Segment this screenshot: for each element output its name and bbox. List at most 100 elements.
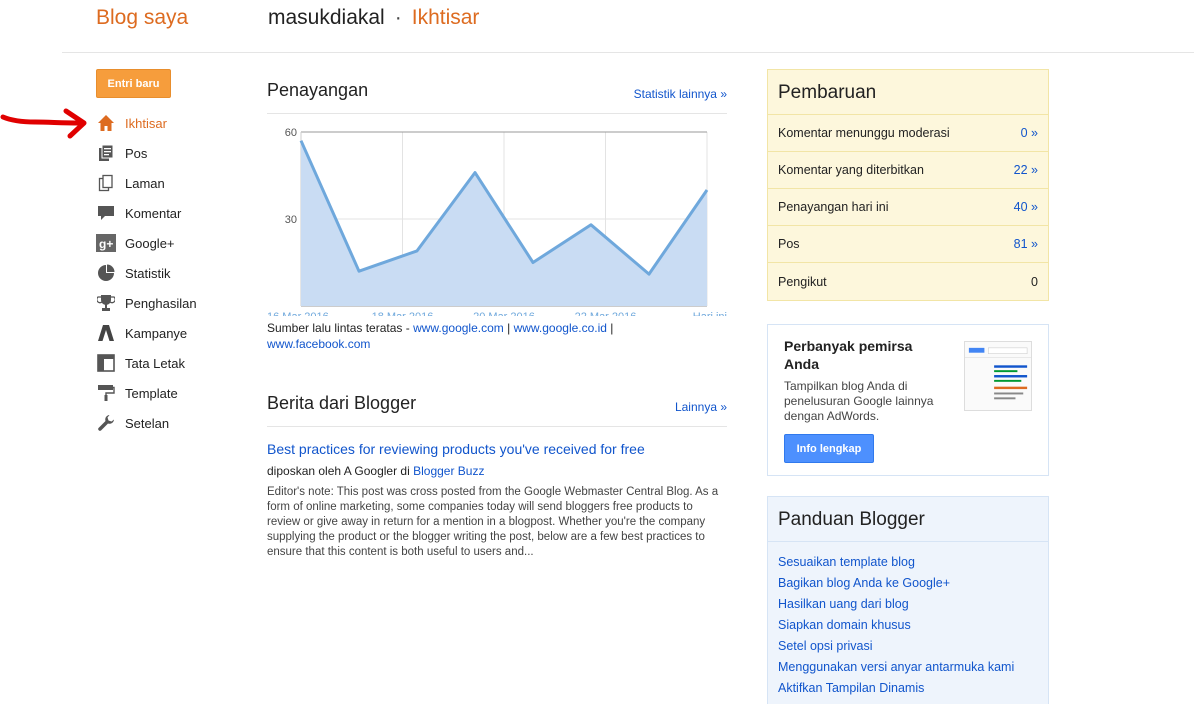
update-row: Komentar menunggu moderasi 0 » — [768, 115, 1048, 152]
update-value[interactable]: 40 » — [1014, 200, 1038, 214]
traffic-sources: Sumber lalu lintas teratas - www.google.… — [267, 320, 727, 352]
more-stats-link[interactable]: Statistik lainnya » — [634, 87, 727, 101]
blog-name[interactable]: masukdiakal — [268, 6, 385, 29]
svg-text:g+: g+ — [99, 237, 113, 251]
sidebar-item-label: Ikhtisar — [125, 115, 167, 131]
sidebar-item-ikhtisar[interactable]: Ikhtisar — [96, 108, 197, 138]
guide-link[interactable]: Siapkan domain khusus — [778, 615, 1038, 636]
pageviews-chart: 30 60 16 Mar 2016 18 Mar 2016 20 Mar 2016 22 … — [267, 127, 727, 323]
trophy-icon — [96, 293, 116, 313]
sidebar-item-label: Tata Letak — [125, 355, 185, 371]
more-news-link[interactable]: Lainnya » — [675, 400, 727, 414]
news-section: Berita dari Blogger Lainnya » Best pract… — [267, 393, 727, 560]
home-icon — [96, 113, 116, 133]
sidebar-item-statistik[interactable]: Statistik — [96, 258, 197, 288]
search-results-thumbnail-icon — [964, 341, 1032, 411]
guide-title: Panduan Blogger — [768, 497, 1048, 542]
promo-text: Tampilkan blog Anda di penelusuran Googl… — [784, 379, 934, 423]
update-row: Pos 81 » — [768, 226, 1048, 263]
breadcrumb: masukdiakal · Ikhtisar — [268, 6, 479, 30]
sidebar-item-penghasilan[interactable]: Penghasilan — [96, 288, 197, 318]
sidebar-item-label: Penghasilan — [125, 295, 197, 311]
guide-link[interactable]: Aktifkan Tampilan Dinamis — [778, 678, 1038, 699]
traffic-source-link[interactable]: www.google.com — [413, 321, 504, 335]
blogger-guide-panel: Panduan Blogger Sesuaikan template blog B… — [767, 496, 1049, 704]
adwords-icon — [96, 323, 116, 343]
sidebar-item-label: Laman — [125, 175, 165, 191]
guide-link[interactable]: Menggunakan versi anyar antarmuka kami — [778, 657, 1038, 678]
pageviews-section: Penayangan Statistik lainnya » 30 60 16 Ma… — [267, 80, 727, 352]
posts-icon — [96, 143, 116, 163]
wrench-icon — [96, 413, 116, 433]
sidebar-item-kampanye[interactable]: Kampanye — [96, 318, 197, 348]
sidebar-item-komentar[interactable]: Komentar — [96, 198, 197, 228]
chart-x-tick-label: 16 Mar 2016 — [267, 311, 329, 316]
blogger-buzz-link[interactable]: Blogger Buzz — [413, 464, 484, 478]
sidebar-item-label: Pos — [125, 145, 148, 161]
update-value[interactable]: 22 » — [1014, 163, 1038, 177]
sidebar-item-tata-letak[interactable]: Tata Letak — [96, 348, 197, 378]
updates-title: Pembaruan — [768, 70, 1048, 115]
update-label: Pengikut — [778, 274, 827, 289]
chart-x-tick-label: 22 Mar 2016 — [575, 311, 637, 316]
sidebar-item-label: Kampanye — [125, 325, 188, 341]
current-page-title: Ikhtisar — [411, 6, 480, 29]
news-byline: diposkan oleh A Googler di Blogger Buzz — [267, 464, 727, 478]
update-label: Pos — [778, 237, 800, 251]
google-plus-icon: g+ — [96, 233, 116, 253]
sidebar-item-label: Google+ — [125, 235, 175, 251]
guide-link[interactable]: Sesuaikan template blog — [778, 552, 1038, 573]
news-title: Berita dari Blogger — [267, 393, 417, 413]
update-label: Penayangan hari ini — [778, 200, 889, 214]
adwords-promo: Perbanyak pemirsa Anda Tampilkan blog An… — [767, 324, 1049, 476]
update-row: Penayangan hari ini 40 » — [768, 189, 1048, 226]
sidebar-item-setelan[interactable]: Setelan — [96, 408, 197, 438]
annotation-arrow-icon — [0, 108, 87, 139]
traffic-source-link[interactable]: www.google.co.id — [514, 321, 607, 335]
update-value[interactable]: 0 » — [1021, 126, 1038, 140]
learn-more-button[interactable]: Info lengkap — [784, 434, 874, 463]
sidebar-item-label: Setelan — [125, 415, 170, 431]
traffic-source-separator: | — [503, 321, 514, 335]
guide-link[interactable]: Hasilkan uang dari blog — [778, 594, 1038, 615]
pie-chart-icon — [96, 263, 116, 283]
traffic-source-separator: | — [606, 321, 614, 335]
update-row: Komentar yang diterbitkan 22 » — [768, 152, 1048, 189]
sidebar-item-google[interactable]: g+ Google+ — [96, 228, 197, 258]
new-post-button[interactable]: Entri baru — [96, 69, 171, 98]
sidebar-item-pos[interactable]: Pos — [96, 138, 197, 168]
promo-title: Perbanyak pemirsa Anda — [784, 338, 913, 372]
chart-x-tick-label: Hari ini — [693, 311, 727, 316]
sidebar-item-template[interactable]: Template — [96, 378, 197, 408]
layout-icon — [96, 353, 116, 373]
sidebar-nav: Ikhtisar Pos Laman Komentar g+ Google+ Statist… — [96, 108, 197, 438]
byline-prefix: diposkan oleh A Googler di — [267, 464, 414, 478]
paint-roller-icon — [96, 383, 116, 403]
sidebar-item-laman[interactable]: Laman — [96, 168, 197, 198]
pages-icon — [96, 173, 116, 193]
traffic-sources-label: Sumber lalu lintas teratas - — [267, 321, 414, 335]
chart-y-tick-label: 30 — [285, 214, 297, 226]
chart-y-tick-label: 60 — [285, 127, 297, 139]
header-divider — [62, 52, 1194, 53]
guide-link[interactable]: Bagikan blog Anda ke Google+ — [778, 573, 1038, 594]
news-post-title-link[interactable]: Best practices for reviewing products yo… — [267, 441, 727, 457]
update-row: Pengikut 0 — [768, 263, 1048, 300]
chart-x-tick-label: 18 Mar 2016 — [372, 311, 434, 316]
news-excerpt: Editor's note: This post was cross poste… — [267, 486, 719, 558]
update-label: Komentar menunggu moderasi — [778, 126, 950, 140]
updates-panel: Pembaruan Komentar menunggu moderasi 0 » K… — [767, 69, 1049, 301]
pageviews-title: Penayangan — [267, 80, 369, 100]
chart-x-tick-label: 20 Mar 2016 — [473, 311, 535, 316]
comment-icon — [96, 203, 116, 223]
update-value[interactable]: 81 » — [1014, 237, 1038, 251]
traffic-source-link[interactable]: www.facebook.com — [267, 337, 370, 351]
sidebar-item-label: Template — [125, 385, 178, 401]
sidebar-item-label: Statistik — [125, 265, 171, 281]
breadcrumb-separator: · — [394, 6, 402, 29]
update-label: Komentar yang diterbitkan — [778, 163, 924, 177]
guide-link[interactable]: Setel opsi privasi — [778, 636, 1038, 657]
sidebar-item-label: Komentar — [125, 205, 182, 221]
update-value: 0 — [1031, 274, 1038, 289]
brand-title[interactable]: Blog saya — [96, 6, 188, 30]
